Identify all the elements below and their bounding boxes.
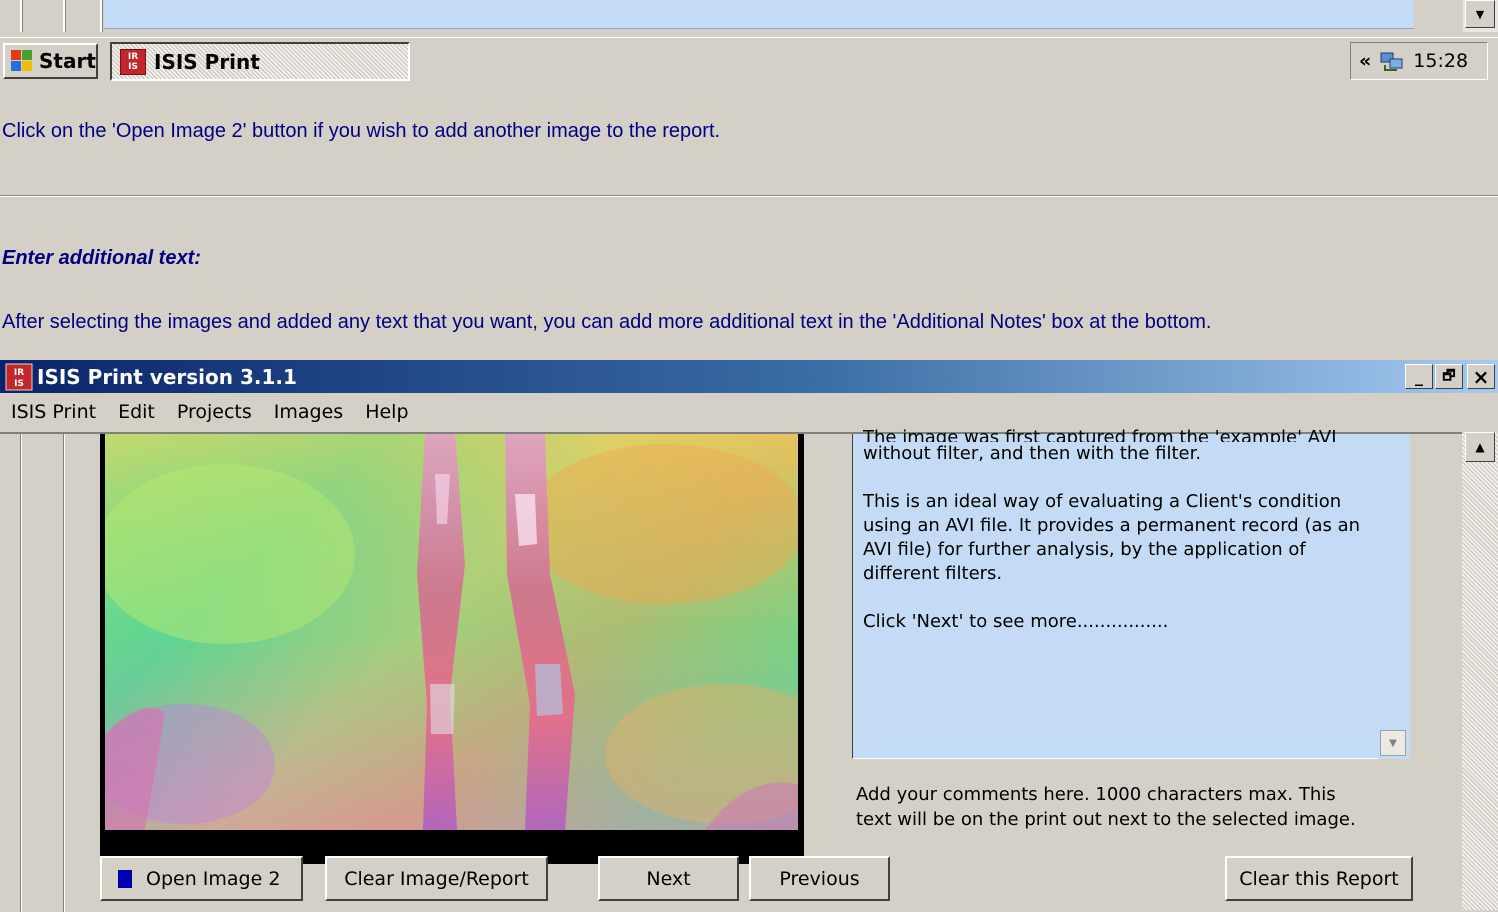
arrow-down-icon[interactable]: ▼ <box>1465 0 1495 28</box>
previous-window-strip: ▼ <box>0 0 1498 36</box>
svg-text:IR: IR <box>14 368 24 378</box>
taskbar-item-label: ISIS Print <box>154 49 260 74</box>
menu-projects[interactable]: Projects <box>166 401 263 423</box>
menu-help[interactable]: Help <box>354 401 419 423</box>
instruction-paragraph: Click on the 'Open Image 2' button if yo… <box>2 120 721 142</box>
main-scrollbar[interactable] <box>1462 432 1498 910</box>
notes-paragraph: Click 'Next' to see more................ <box>863 611 1169 632</box>
windows-flag-icon <box>11 50 33 72</box>
system-tray: « 15:28 <box>1350 42 1488 80</box>
menu-bar: ISIS Print Edit Projects Images Help <box>0 394 1498 430</box>
title-bar[interactable]: IR IS ISIS Print version 3.1.1 _ 🗗 × <box>0 360 1498 393</box>
minimize-button[interactable]: _ <box>1405 364 1433 389</box>
notes-scrollbar[interactable] <box>1378 434 1410 759</box>
divider <box>0 195 1498 197</box>
rail-divider <box>20 0 23 32</box>
rail-divider <box>63 434 65 912</box>
window-title: ISIS Print version 3.1.1 <box>37 364 297 389</box>
notes-paragraph: This is an ideal way of evaluating a Cli… <box>863 491 1361 584</box>
tray-expand-icon[interactable]: « <box>1359 50 1371 72</box>
clear-this-report-button[interactable]: Clear this Report <box>1225 856 1413 901</box>
image-display[interactable] <box>100 434 804 864</box>
isis-print-icon: IR IS <box>120 48 146 75</box>
rail-divider <box>100 0 103 32</box>
menu-edit[interactable]: Edit <box>107 401 166 423</box>
open-image-2-button[interactable]: Open Image 2 <box>100 856 303 901</box>
notes-panel-remnant <box>104 0 1414 29</box>
arrow-up-icon[interactable]: ▲ <box>1465 432 1495 462</box>
close-button[interactable]: × <box>1467 364 1495 389</box>
previous-button[interactable]: Previous <box>749 856 890 901</box>
taskbar-item-isis-print[interactable]: IR IS ISIS Print <box>110 42 410 81</box>
start-label: Start <box>39 49 96 73</box>
start-button[interactable]: Start <box>3 43 98 79</box>
section-heading: Enter additional text: <box>2 247 201 269</box>
rail-divider <box>20 434 22 912</box>
rail-divider <box>63 0 66 32</box>
client-area: The image was first captured from the 'e… <box>0 427 1462 912</box>
instruction-paragraph: After selecting the images and added any… <box>2 311 1212 333</box>
svg-text:IS: IS <box>14 379 24 389</box>
next-button[interactable]: Next <box>598 856 739 901</box>
menu-isis-print[interactable]: ISIS Print <box>0 401 107 423</box>
button-label: Open Image 2 <box>146 867 281 890</box>
report-notes-text[interactable]: The image was first captured from the 'e… <box>852 427 1378 759</box>
clear-image-report-button[interactable]: Clear Image/Report <box>325 856 548 901</box>
notes-cut-line: The image was first captured from the 'e… <box>863 427 1337 442</box>
image-marker-icon <box>118 869 132 888</box>
taskbar: Start IR IS ISIS Print « 15:28 <box>0 37 1498 85</box>
restore-button[interactable]: 🗗 <box>1435 364 1463 389</box>
network-icon[interactable] <box>1379 49 1405 73</box>
arrow-down-icon[interactable]: ▼ <box>1380 730 1406 756</box>
menu-images[interactable]: Images <box>263 401 354 423</box>
clock: 15:28 <box>1413 50 1469 72</box>
thermal-image <box>105 434 798 830</box>
notes-paragraph: without filter, and then with the filter… <box>863 443 1202 464</box>
comment-hint: Add your comments here. 1000 characters … <box>856 784 1356 830</box>
isis-print-window: IR IS ISIS Print version 3.1.1 _ 🗗 × ISI… <box>0 360 1498 912</box>
isis-print-icon: IR IS <box>5 363 33 391</box>
